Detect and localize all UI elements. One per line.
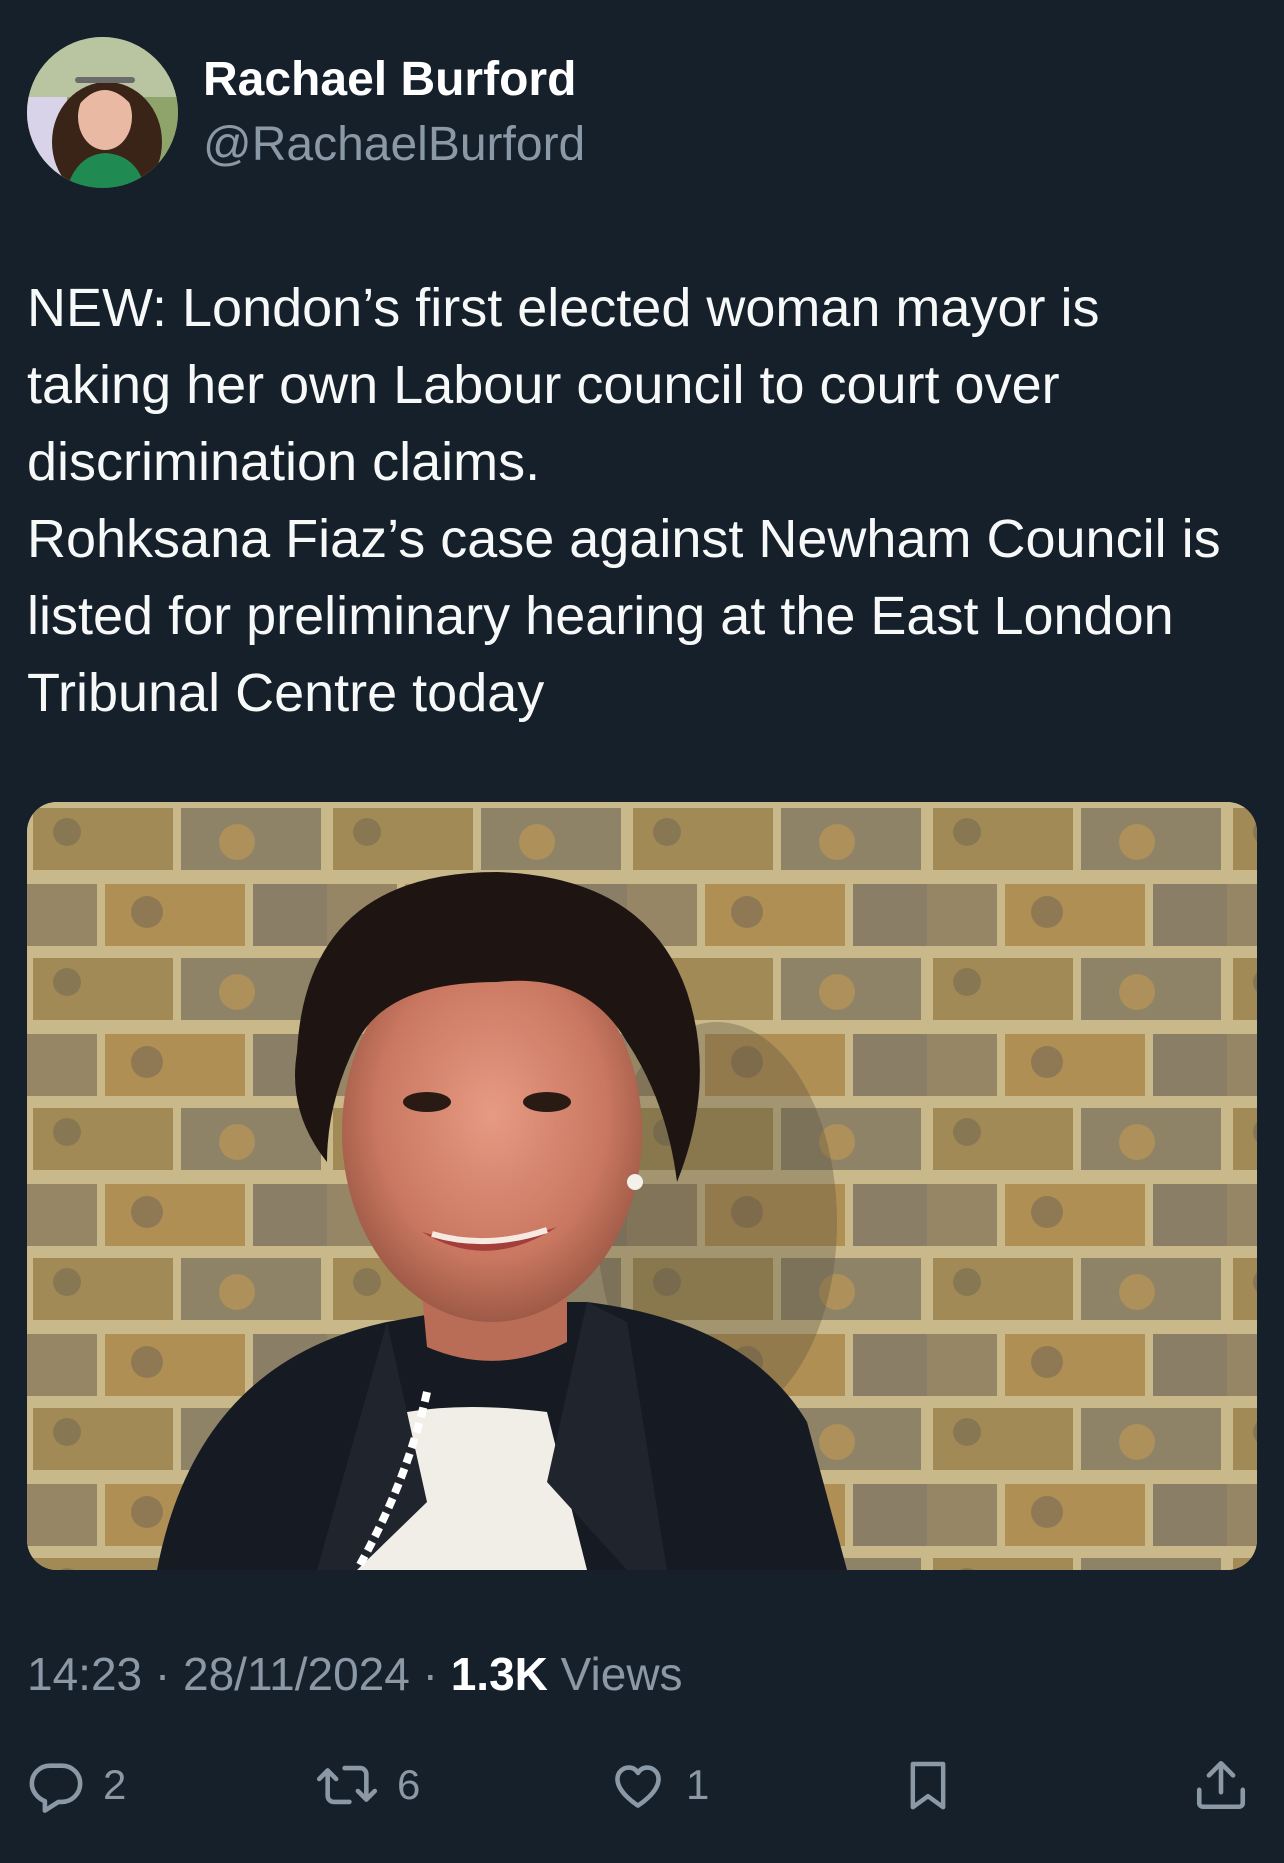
tweet-text: NEW: London’s first elected woman mayor … [27,270,1257,732]
tweet: Rachael Burford @RachaelBurford NEW: Lon… [0,0,1284,1863]
action-bar: 2 6 1 [0,1745,1284,1825]
bookmark-button[interactable] [900,1745,956,1825]
tweet-photo[interactable] [27,802,1257,1570]
avatar[interactable] [27,37,178,188]
tweet-paragraph: NEW: London’s first elected woman mayor … [27,278,1100,492]
tweet-meta: 14:23 · 28/11/2024 · 1.3K Views [27,1645,683,1703]
views-label: Views [547,1648,683,1700]
share-button[interactable] [1192,1745,1250,1825]
meta-separator: · [142,1648,184,1700]
user-handle[interactable]: @RachaelBurford [203,117,585,173]
tweet-time[interactable]: 14:23 [27,1648,142,1700]
avatar-image [27,37,178,188]
views-count: 1.3K [450,1648,548,1700]
meta-separator: · [409,1648,451,1700]
retweet-icon [315,1756,379,1814]
bookmark-icon [900,1755,956,1815]
tweet-date[interactable]: 28/11/2024 [183,1648,410,1700]
reply-button[interactable]: 2 [27,1745,126,1825]
photo-image [27,802,1257,1570]
like-button[interactable]: 1 [608,1745,709,1825]
retweet-count: 6 [397,1761,421,1808]
share-icon [1192,1756,1250,1814]
like-count: 1 [686,1761,710,1808]
reply-count: 2 [103,1761,127,1808]
retweet-button[interactable]: 6 [315,1745,420,1825]
heart-icon [608,1756,668,1814]
reply-icon [27,1756,85,1814]
tweet-paragraph: Rohksana Fiaz’s case against Newham Coun… [27,509,1221,723]
display-name[interactable]: Rachael Burford [203,52,576,108]
